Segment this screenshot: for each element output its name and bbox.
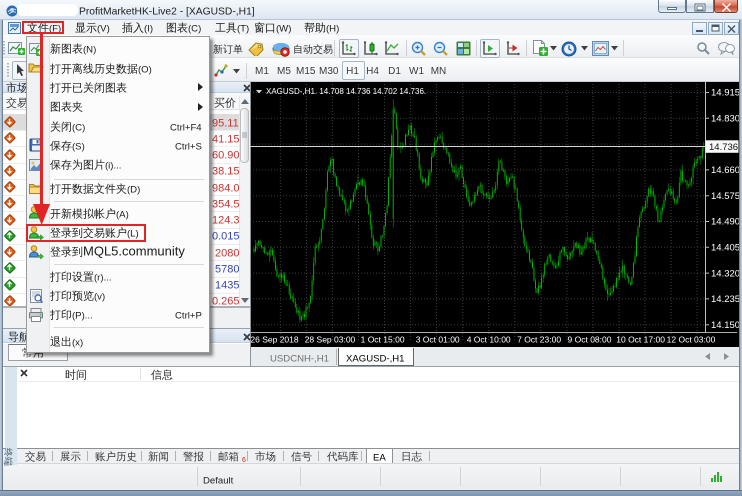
svg-text:(C): (C): [72, 122, 85, 133]
svg-text:14.405: 14.405: [711, 243, 739, 254]
svg-text:(V): (V): [97, 23, 110, 34]
svg-text:(C): (C): [188, 23, 201, 34]
svg-text:(r)...: (r)...: [94, 272, 112, 283]
svg-text:28 Sep 03:00: 28 Sep 03:00: [305, 335, 356, 345]
svg-text:XAGUSD-,H1. 14.708 14.736 14.7: XAGUSD-,H1. 14.708 14.736 14.702 14.736.: [266, 87, 426, 96]
svg-text:60.90: 60.90: [212, 150, 240, 162]
svg-text:(H): (H): [326, 23, 339, 34]
svg-text:14.660: 14.660: [711, 165, 739, 176]
svg-text:(D): (D): [127, 185, 140, 196]
svg-text:Default: Default: [203, 475, 234, 486]
svg-text:14.490: 14.490: [711, 217, 739, 228]
svg-text:3 Oct 01:00: 3 Oct 01:00: [416, 335, 460, 345]
svg-text:(O): (O): [138, 64, 152, 75]
svg-text:ProfitMarketHK-Live2 - [XAGUSD: ProfitMarketHK-Live2 - [XAGUSD-,H1]: [79, 6, 255, 17]
svg-text:12 Oct 03:00: 12 Oct 03:00: [667, 335, 716, 345]
svg-text:1 Oct 15:00: 1 Oct 15:00: [361, 335, 405, 345]
svg-text:(A): (A): [116, 209, 129, 220]
svg-text:(N): (N): [83, 45, 96, 56]
svg-text:14.915: 14.915: [711, 88, 739, 99]
svg-text:(W): (W): [276, 23, 291, 34]
svg-text:EA: EA: [373, 452, 386, 463]
svg-text:(i)...: (i)...: [105, 161, 121, 172]
svg-text:14.320: 14.320: [711, 268, 739, 279]
svg-text:14.830: 14.830: [711, 114, 739, 125]
svg-text:1435: 1435: [215, 280, 239, 292]
svg-text:Ctrl+F4: Ctrl+F4: [170, 122, 202, 133]
svg-text:MQL5.community: MQL5.community: [83, 244, 185, 259]
svg-text:26 Sep 2018: 26 Sep 2018: [250, 335, 298, 345]
svg-text:354.5: 354.5: [212, 198, 240, 210]
svg-text:(P)...: (P)...: [72, 311, 93, 322]
svg-text:Ctrl+P: Ctrl+P: [175, 311, 202, 322]
svg-text:0.015: 0.015: [212, 231, 240, 243]
svg-text:Ctrl+S: Ctrl+S: [175, 141, 202, 152]
svg-text:10 Oct 17:00: 10 Oct 17:00: [616, 335, 665, 345]
svg-text:(S): (S): [72, 141, 85, 152]
svg-text:(x): (x): [72, 337, 83, 348]
svg-text:9 Oct 08:00: 9 Oct 08:00: [568, 335, 612, 345]
svg-text:USDCNH-,H1: USDCNH-,H1: [270, 353, 329, 364]
svg-text:(I): (I): [144, 23, 153, 34]
svg-text:(T): (T): [237, 23, 249, 34]
svg-text:2080: 2080: [215, 247, 239, 259]
svg-text:14.235: 14.235: [711, 294, 739, 305]
svg-text:(v): (v): [94, 291, 105, 302]
svg-text:41.15: 41.15: [212, 133, 240, 145]
svg-text:7 Oct 23:00: 7 Oct 23:00: [517, 335, 561, 345]
svg-text:38.15: 38.15: [212, 166, 240, 178]
svg-text:14.150: 14.150: [711, 320, 739, 331]
svg-text:4 Oct 10:00: 4 Oct 10:00: [467, 335, 511, 345]
svg-text:95.11: 95.11: [212, 117, 239, 129]
svg-text:14.736: 14.736: [709, 142, 738, 153]
svg-text:984.0: 984.0: [212, 182, 240, 194]
svg-text:5780: 5780: [215, 263, 239, 275]
svg-text:124.3: 124.3: [212, 215, 240, 227]
svg-text:14.575: 14.575: [711, 191, 739, 202]
svg-text:XAGUSD-,H1: XAGUSD-,H1: [346, 353, 404, 364]
